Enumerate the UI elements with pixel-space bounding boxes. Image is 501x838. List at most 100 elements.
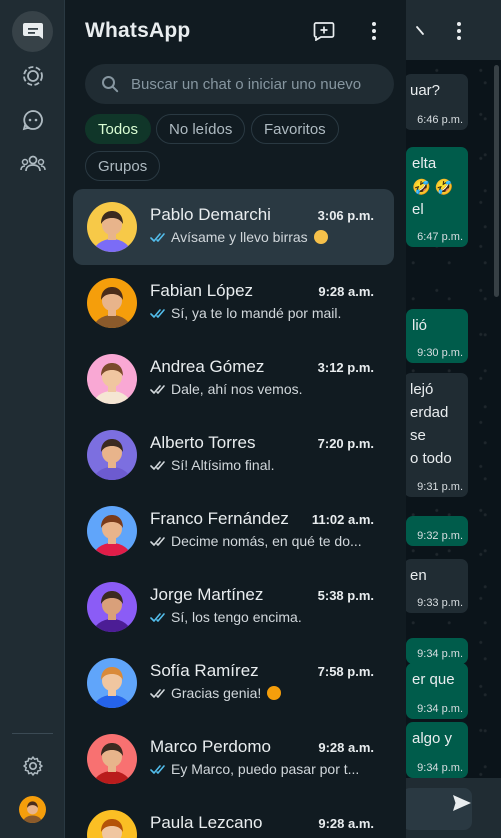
search-in-chat-button[interactable] [408, 19, 432, 43]
message-timestamp: 9:33 p.m. [417, 597, 463, 609]
conversation-header [406, 0, 501, 60]
chat-row[interactable]: Sofía Ramírez 7:58 p.m. Gracias genia! [73, 645, 394, 721]
message-preview: Sí! Altísimo final. [150, 457, 372, 473]
communities-button[interactable] [12, 143, 53, 184]
message-time: 9:28 a.m. [318, 284, 374, 299]
message-text: o todo [410, 450, 452, 467]
conversation-menu-button[interactable] [447, 19, 471, 43]
chat-row[interactable]: Alberto Torres 7:20 p.m. Sí! Altísimo fina… [73, 417, 394, 493]
message-time: 3:12 p.m. [317, 360, 374, 375]
contact-avatar [87, 810, 137, 838]
message-preview: Gracias genia! [150, 685, 372, 701]
preview-text: Gracias genia! [171, 685, 262, 701]
chat-list-panel: WhatsApp Todos No leídos Favoritos Grupo… [65, 0, 412, 838]
read-check-icon [150, 232, 165, 242]
send-button[interactable] [450, 791, 474, 815]
message-text: el [412, 201, 424, 218]
new-chat-button[interactable] [312, 19, 336, 43]
contact-name: Franco Fernández [150, 509, 289, 528]
party-emoji-icon [267, 686, 282, 700]
message-time: 5:38 p.m. [317, 588, 374, 603]
preview-text: Decime nomás, en qué te do... [171, 533, 362, 549]
new-chat-icon [313, 22, 335, 41]
contact-name: Paula Lezcano [150, 813, 263, 832]
chat-row[interactable]: Andrea Gómez 3:12 p.m. Dale, ahí nos vemos… [73, 341, 394, 417]
contact-avatar [87, 734, 137, 784]
conversation-scrollbar[interactable] [494, 65, 499, 297]
communities-icon [19, 155, 46, 171]
contact-name: Sofía Ramírez [150, 661, 259, 680]
search-icon [102, 76, 119, 93]
filter-unread[interactable]: No leídos [156, 114, 246, 144]
message-preview: Avísame y llevo birras [150, 229, 372, 245]
incoming-message[interactable]: uar? 6:46 p.m. [406, 74, 468, 130]
message-time: 9:28 a.m. [318, 740, 374, 755]
chat-row[interactable]: Paula Lezcano 9:28 a.m. [73, 797, 394, 838]
message-text: uar? [410, 82, 441, 99]
status-button[interactable] [12, 55, 53, 96]
chat-row[interactable]: Fabian López 9:28 a.m. Sí, ya te lo mandé … [73, 265, 394, 341]
read-check-icon [150, 764, 165, 774]
message-preview: Sí, ya te lo mandé por mail. [150, 305, 372, 321]
delivered-check-icon [150, 384, 165, 394]
channels-button[interactable] [12, 99, 53, 140]
navigation-rail [0, 0, 65, 838]
contact-name: Alberto Torres [150, 433, 256, 452]
message-time: 7:58 p.m. [317, 664, 374, 679]
settings-button[interactable] [12, 745, 53, 786]
search-input[interactable] [131, 75, 381, 93]
profile-avatar[interactable] [19, 796, 46, 823]
chat-row[interactable]: Franco Fernández 11:02 a.m. Decime nomás, … [73, 493, 394, 569]
outgoing-message[interactable]: algo y 9:34 p.m. [406, 722, 468, 778]
search-bar[interactable] [85, 64, 394, 104]
rail-divider [12, 733, 53, 734]
filter-all[interactable]: Todos [85, 114, 152, 144]
filter-groups[interactable]: Grupos [85, 151, 161, 181]
menu-icon [372, 22, 376, 40]
menu-button[interactable] [362, 19, 386, 43]
message-timestamp: 9:31 p.m. [417, 481, 463, 493]
message-text: se [410, 427, 426, 444]
message-timestamp: 9:34 p.m. [417, 648, 463, 660]
chat-row[interactable]: Marco Perdomo 9:28 a.m. Ey Marco, puedo pa… [73, 721, 394, 797]
incoming-message[interactable]: lejó erdad se o todo 9:31 p.m. [406, 373, 468, 497]
compose-area [406, 778, 501, 838]
preview-text: Sí, los tengo encima. [171, 609, 302, 625]
preview-text: Dale, ahí nos vemos. [171, 381, 303, 397]
message-timestamp: 6:46 p.m. [417, 114, 463, 126]
message-timestamp: 6:47 p.m. [417, 231, 463, 243]
outgoing-message[interactable]: lió 9:30 p.m. [406, 309, 468, 363]
message-preview: Dale, ahí nos vemos. [150, 381, 372, 397]
outgoing-message[interactable]: elta 🤣 🤣 el 6:47 p.m. [406, 147, 468, 247]
contact-avatar [87, 354, 137, 404]
read-check-icon [150, 308, 165, 318]
delivered-check-icon [150, 460, 165, 470]
chats-icon [22, 22, 43, 39]
outgoing-message[interactable]: 9:34 p.m. [406, 638, 468, 664]
delivered-check-icon [150, 688, 165, 698]
conversation-pane: uar? 6:46 p.m. elta 🤣 🤣 el 6:47 p.m. lió 9:30 p… [406, 0, 501, 838]
contact-avatar [87, 202, 137, 252]
app-title: WhatsApp [85, 19, 191, 42]
channels-icon [22, 109, 43, 130]
chat-row[interactable]: Pablo Demarchi 3:06 p.m. Avísame y llevo b… [73, 189, 394, 265]
chats-button[interactable] [12, 11, 53, 52]
filter-favorites[interactable]: Favoritos [251, 114, 339, 144]
message-text: 🤣 🤣 [412, 179, 454, 196]
message-timestamp: 9:30 p.m. [417, 347, 463, 359]
chat-row[interactable]: Jorge Martínez 5:38 p.m. Sí, los tengo enc… [73, 569, 394, 645]
message-text: erdad [410, 404, 449, 421]
contact-avatar [87, 582, 137, 632]
message-text: algo y [412, 730, 453, 747]
yum-emoji-icon [313, 230, 328, 244]
preview-text: Ey Marco, puedo pasar por t... [171, 761, 360, 777]
outgoing-message[interactable]: er que 9:34 p.m. [406, 663, 468, 719]
outgoing-message[interactable]: 9:32 p.m. [406, 516, 468, 546]
chat-list: Pablo Demarchi 3:06 p.m. Avísame y llevo b… [73, 189, 396, 838]
message-preview: Ey Marco, puedo pasar por t... [150, 761, 372, 777]
message-time: 9:28 a.m. [318, 816, 374, 831]
message-preview: Sí, los tengo encima. [150, 609, 372, 625]
incoming-message[interactable]: en 9:33 p.m. [406, 559, 468, 613]
preview-text: Sí, ya te lo mandé por mail. [171, 305, 342, 321]
status-icon [22, 65, 43, 86]
